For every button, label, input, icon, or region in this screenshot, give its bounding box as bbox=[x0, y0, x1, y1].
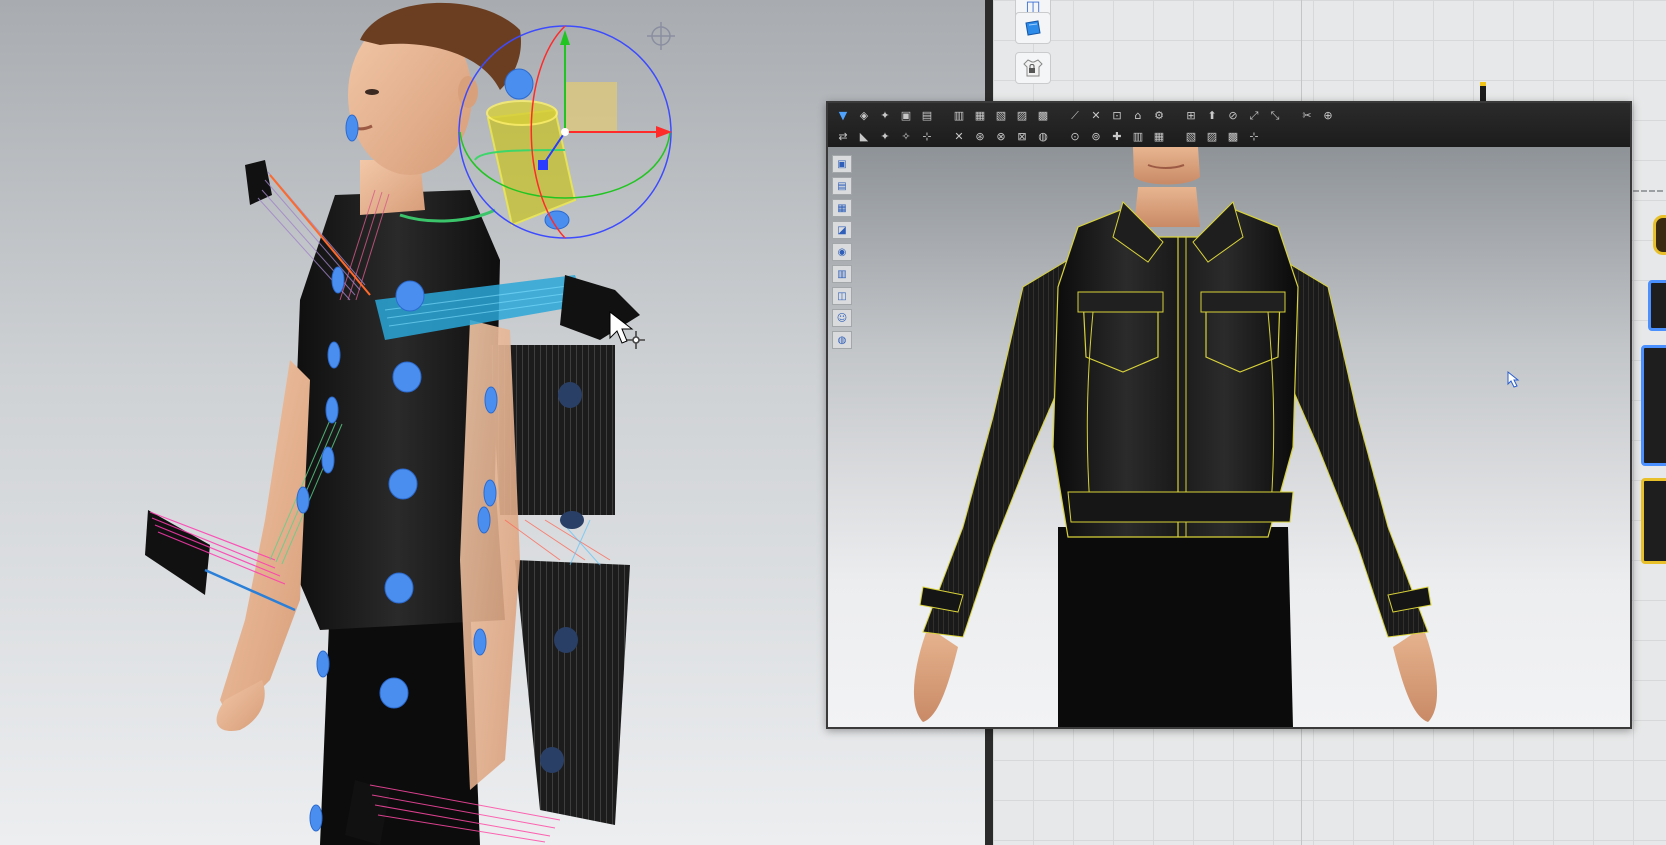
r2-tool-17-icon[interactable]: ▩ bbox=[1224, 128, 1242, 144]
left-sleeve bbox=[922, 256, 1074, 638]
r1-tool-10-icon[interactable]: ⟋ bbox=[1066, 107, 1084, 123]
r1-tool-18-icon[interactable]: ⤢ bbox=[1245, 107, 1263, 123]
r2-tool-16-icon[interactable]: ▨ bbox=[1203, 128, 1221, 144]
r2-tool-9-icon[interactable]: ◍ bbox=[1034, 128, 1052, 144]
right-hand bbox=[1393, 627, 1438, 722]
r2-tool-12-icon[interactable]: ✚ bbox=[1108, 128, 1126, 144]
r1-tool-6-icon[interactable]: ▦ bbox=[971, 107, 989, 123]
toolbar-row-1: ▼ ◈ ✦ ▣ ▤ ▥ ▦ ▧ ▨ ▩ ⟋ ✕ ⊡ ⌂ ⚙ ⊞ ⬆ ⊘ ⤢ ⤡ ✂ ⊕ bbox=[834, 105, 1624, 125]
r2-tool-15-icon[interactable]: ▧ bbox=[1182, 128, 1200, 144]
avatar-left-arm bbox=[220, 360, 310, 720]
r1-tool-3-icon[interactable]: ▣ bbox=[897, 107, 915, 123]
avatar-legs bbox=[320, 600, 480, 845]
shirt-lock-icon bbox=[1023, 59, 1043, 77]
r1-tool-2-icon[interactable]: ✦ bbox=[876, 107, 894, 123]
r1-tool-11-icon[interactable]: ✕ bbox=[1087, 107, 1105, 123]
r1-tool-0-icon[interactable]: ▼ bbox=[834, 107, 852, 123]
r2-tool-1-icon[interactable]: ◣ bbox=[855, 128, 873, 144]
r1-tool-8-icon[interactable]: ▨ bbox=[1013, 107, 1031, 123]
r1-tool-13-icon[interactable]: ⌂ bbox=[1129, 107, 1147, 123]
pattern-piece-2[interactable] bbox=[1648, 280, 1666, 331]
r1-tool-9-icon[interactable]: ▩ bbox=[1034, 107, 1052, 123]
r2-tool-4-icon[interactable]: ⊹ bbox=[918, 128, 936, 144]
sleeve-panel-lower bbox=[515, 560, 630, 825]
r2-tool-7-icon[interactable]: ⊗ bbox=[992, 128, 1010, 144]
toolbar-row-2: ⇄ ◣ ✦ ✧ ⊹ ✕ ⊛ ⊗ ⊠ ◍ ⊙ ⊚ ✚ ▥ ▦ ▧ ▨ ▩ ⊹ bbox=[834, 126, 1624, 146]
avatar-front-view bbox=[913, 147, 1520, 727]
sheet-icon bbox=[1025, 20, 1041, 36]
r1-tool-4-icon[interactable]: ▤ bbox=[918, 107, 936, 123]
pivot-crosshair-icon bbox=[647, 22, 675, 50]
r1-tool-1-icon[interactable]: ◈ bbox=[855, 107, 873, 123]
r1-tool-19-icon[interactable]: ⤡ bbox=[1266, 107, 1284, 123]
sheet-tool-button[interactable] bbox=[1015, 12, 1051, 44]
r2-tool-5-icon[interactable]: ✕ bbox=[950, 128, 968, 144]
pattern-piece-3[interactable] bbox=[1641, 345, 1666, 466]
r2-tool-3-icon[interactable]: ✧ bbox=[897, 128, 915, 144]
sim-toolbar: ▼ ◈ ✦ ▣ ▤ ▥ ▦ ▧ ▨ ▩ ⟋ ✕ ⊡ ⌂ ⚙ ⊞ ⬆ ⊘ ⤢ ⤡ ✂ ⊕ ⇄ ◣ ✦ ✧ ⊹ ✕ ⊛ ⊗ ⊠ ◍ ⊙ ⊚ ✚ ▥ ▦ ▧ ▨… bbox=[828, 103, 1630, 147]
pants bbox=[1058, 527, 1293, 727]
pattern-pin[interactable] bbox=[1480, 82, 1486, 102]
r2-tool-14-icon[interactable]: ▦ bbox=[1150, 128, 1168, 144]
r2-tool-18-icon[interactable]: ⊹ bbox=[1245, 128, 1263, 144]
pattern-dashed-line bbox=[1633, 190, 1663, 192]
r2-tool-11-icon[interactable]: ⊚ bbox=[1087, 128, 1105, 144]
r1-tool-5-icon[interactable]: ▥ bbox=[950, 107, 968, 123]
r1-tool-17-icon[interactable]: ⊘ bbox=[1224, 107, 1242, 123]
waist-band bbox=[1067, 491, 1294, 523]
r2-tool-6-icon[interactable]: ⊛ bbox=[971, 128, 989, 144]
r2-tool-8-icon[interactable]: ⊠ bbox=[1013, 128, 1031, 144]
hand-cursor-icon bbox=[1507, 370, 1520, 388]
jacket-front bbox=[1052, 206, 1299, 538]
r2-tool-13-icon[interactable]: ▥ bbox=[1129, 128, 1147, 144]
r2-tool-10-icon[interactable]: ⊙ bbox=[1066, 128, 1084, 144]
right-sleeve bbox=[1277, 256, 1429, 638]
r2-tool-2-icon[interactable]: ✦ bbox=[876, 128, 894, 144]
sim-viewport[interactable]: ▣ ▤ ▦ ◪ ◉ ▥ ◫ ☺ ◍ bbox=[828, 147, 1630, 727]
pattern-piece-4[interactable] bbox=[1641, 478, 1666, 564]
r2-tool-0-icon[interactable]: ⇄ bbox=[834, 128, 852, 144]
pattern-piece-yellow[interactable] bbox=[1653, 215, 1666, 255]
r1-tool-7-icon[interactable]: ▧ bbox=[992, 107, 1010, 123]
r1-tool-14-icon[interactable]: ⚙ bbox=[1150, 107, 1168, 123]
r1-tool-21-icon[interactable]: ⊕ bbox=[1319, 107, 1337, 123]
garment-lock-button[interactable] bbox=[1015, 52, 1051, 84]
r1-tool-15-icon[interactable]: ⊞ bbox=[1182, 107, 1200, 123]
r1-tool-20-icon[interactable]: ✂ bbox=[1298, 107, 1316, 123]
left-hand bbox=[913, 627, 958, 722]
r1-tool-16-icon[interactable]: ⬆ bbox=[1203, 107, 1221, 123]
simulation-window[interactable]: ▼ ◈ ✦ ▣ ▤ ▥ ▦ ▧ ▨ ▩ ⟋ ✕ ⊡ ⌂ ⚙ ⊞ ⬆ ⊘ ⤢ ⤡ ✂ ⊕ ⇄ ◣ ✦ ✧ ⊹ ✕ ⊛ ⊗ ⊠ ◍ ⊙ ⊚ ✚ ▥ ▦ ▧ ▨… bbox=[826, 101, 1632, 729]
r1-tool-12-icon[interactable]: ⊡ bbox=[1108, 107, 1126, 123]
